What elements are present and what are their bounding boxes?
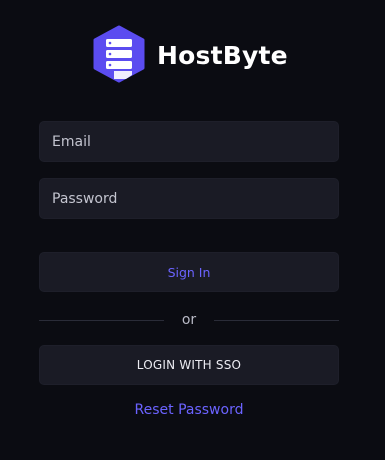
reset-password-link[interactable]: Reset Password [39,400,339,420]
login-with-sso-button[interactable]: LOGIN WITH SSO [39,345,339,385]
sign-in-button[interactable]: Sign In [39,252,339,292]
brand-header: HostByte [88,24,288,86]
email-input[interactable] [39,121,339,162]
sign-in-label: Sign In [167,264,211,280]
sso-label: LOGIN WITH SSO [136,358,242,372]
server-rack-icon [93,25,145,83]
divider-line-right [214,320,339,321]
password-input[interactable] [39,178,339,219]
divider-line-left [39,320,164,321]
brand-name: HostByte [157,40,288,70]
divider-or-text: or [181,312,197,328]
